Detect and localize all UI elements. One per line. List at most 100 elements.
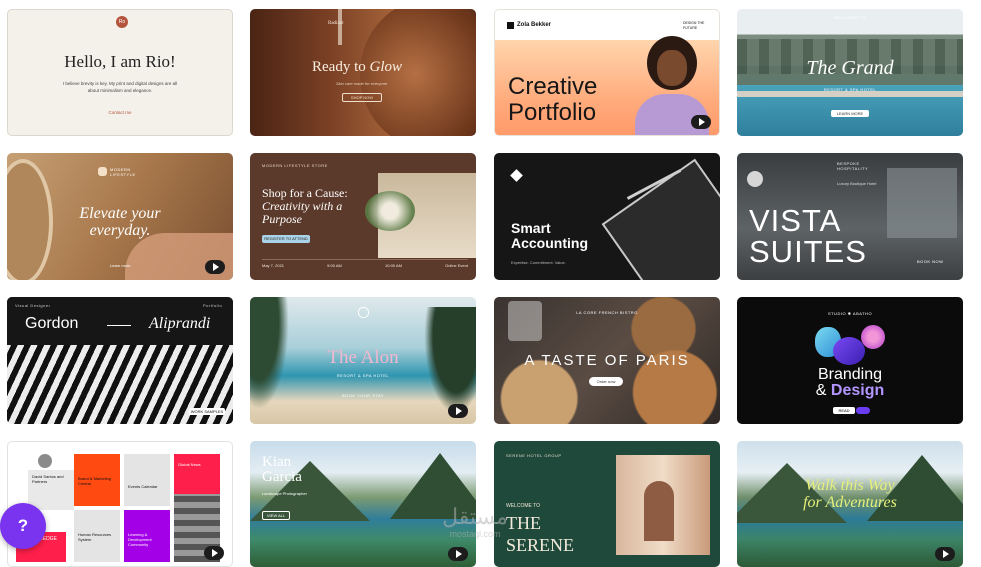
blob-shape-2 bbox=[833, 337, 865, 365]
template-card-branding[interactable]: STUDIO ✱ ABATHO Branding & Design READ M… bbox=[737, 297, 963, 424]
card-title: Kian Garcia bbox=[262, 454, 302, 485]
help-button[interactable]: ? bbox=[0, 503, 46, 549]
brand-name: Radiant bbox=[328, 21, 344, 26]
glass-image bbox=[508, 301, 542, 341]
event-info-row: May 7, 2021 9:00 AM 10:00 AM Online Even… bbox=[262, 259, 468, 273]
watermark: مستقل mostaql.com bbox=[430, 504, 520, 540]
brand-name: Zola Bekker bbox=[517, 22, 552, 28]
title-part-a: Shop for a Cause: bbox=[262, 186, 348, 200]
tile-hr[interactable]: Human Resources System bbox=[74, 510, 120, 562]
event-end: 10:00 AM bbox=[385, 263, 402, 268]
portfolio-label: Portfolio bbox=[203, 303, 223, 308]
template-card-accounting[interactable]: Smart Accounting Expertise. Commitment. … bbox=[494, 153, 720, 280]
card-title: Hello, I am Rio! bbox=[64, 52, 176, 71]
title-part-a: Branding bbox=[817, 366, 883, 383]
play-icon[interactable] bbox=[448, 547, 468, 561]
lamp-icon bbox=[747, 171, 763, 187]
event-start: 9:00 AM bbox=[327, 263, 342, 268]
arch-doorway bbox=[644, 481, 674, 541]
watermark-latin: mostaql.com bbox=[449, 529, 501, 539]
card-title: Ready to Glow bbox=[312, 59, 402, 76]
studio-name: STUDIO ✱ ABATHO bbox=[827, 311, 873, 316]
welcome-kicker: WELCOME TO bbox=[833, 15, 867, 20]
title-part-b: Creativity with a Purpose bbox=[262, 199, 343, 226]
avatar bbox=[38, 454, 52, 468]
template-card-glow[interactable]: Radiant Ready to Glow Skin care made for… bbox=[250, 9, 476, 136]
template-card-zola[interactable]: Zola Bekker DESIGN THE FUTURE Creative P… bbox=[494, 9, 720, 136]
brand-name: BESPOKE HOSPITALITY bbox=[837, 161, 869, 171]
brand-name: MODERN LIFESTYLE STORE bbox=[262, 163, 328, 168]
play-icon[interactable] bbox=[204, 546, 224, 560]
card-title: Walk this Way for Adventures bbox=[737, 477, 963, 511]
mirror-shape bbox=[7, 159, 53, 280]
title-part-a: Ready to bbox=[312, 59, 366, 75]
card-title: The Alon bbox=[327, 347, 399, 368]
template-card-grand[interactable]: WELCOME TO The Grand RESORT & SPA HOTEL … bbox=[737, 9, 963, 136]
book-stay-button[interactable]: BOOK YOUR STAY bbox=[250, 393, 476, 398]
role-label: Visual Designer bbox=[15, 303, 51, 308]
title-part-c: Design bbox=[830, 382, 885, 399]
template-card-vista[interactable]: BESPOKE HOSPITALITY Luxury Boutique Hote… bbox=[737, 153, 963, 280]
flower-shape bbox=[861, 325, 885, 349]
view-all-button[interactable]: VIEW ALL bbox=[262, 511, 290, 520]
tile-news[interactable]: Global News bbox=[174, 454, 220, 494]
tile-events[interactable]: Events Calendar bbox=[124, 454, 170, 506]
template-card-lifestyle[interactable]: MODERN LIFESTYLE Elevate your everyday. … bbox=[7, 153, 233, 280]
title-part-a: Walk this Way bbox=[805, 477, 895, 494]
tile-learning[interactable]: Learning & Development Community bbox=[124, 510, 170, 562]
card-subtitle: RESORT & SPA HOTEL bbox=[823, 87, 877, 92]
play-icon[interactable] bbox=[691, 115, 711, 129]
work-samples-button[interactable]: WORK SAMPLES bbox=[189, 408, 225, 415]
book-now-button[interactable]: BOOK NOW bbox=[917, 259, 943, 264]
dropper-icon bbox=[338, 9, 342, 45]
card-body: I believe brevity is key. My print and d… bbox=[62, 81, 178, 93]
zola-logo-icon bbox=[507, 22, 514, 29]
brand-logo-icon bbox=[98, 167, 107, 176]
template-card-serene[interactable]: SERENE HOTEL GROUP WELCOME TO THE SERENE bbox=[494, 441, 720, 567]
title-part-b: & bbox=[815, 382, 827, 399]
order-now-button[interactable]: Order now bbox=[589, 377, 623, 386]
shop-button[interactable]: SHOP NOW bbox=[342, 93, 382, 102]
learn-more-link[interactable]: Learn more bbox=[110, 263, 130, 268]
template-card-paris[interactable]: LA CORE FRENCH BISTRO A TASTE OF PARIS O… bbox=[494, 297, 720, 424]
tagline: Expertise. Commitment. Value. bbox=[511, 260, 566, 265]
play-icon[interactable] bbox=[205, 260, 225, 274]
tagline: DESIGN THE FUTURE bbox=[683, 21, 705, 30]
read-more-button[interactable]: READ MORE bbox=[833, 407, 855, 420]
template-card-rio[interactable]: Ro Hello, I am Rio! I believe brevity is… bbox=[7, 9, 233, 136]
register-button[interactable]: REGISTER TO ATTEND bbox=[262, 235, 310, 243]
title-part-b: for Adventures bbox=[803, 494, 897, 511]
card-title: Creative Portfolio bbox=[508, 73, 598, 126]
help-icon: ? bbox=[17, 516, 29, 535]
last-name: Aliprandi bbox=[149, 315, 211, 332]
card-title: Elevate your everyday. bbox=[79, 205, 161, 239]
first-name: Gordon bbox=[25, 315, 79, 332]
play-icon[interactable] bbox=[935, 547, 955, 561]
tile-brand[interactable]: Brand & Marketing Central bbox=[74, 454, 120, 506]
template-card-alon[interactable]: The Alon RESORT & SPA HOTEL BOOK YOUR ST… bbox=[250, 297, 476, 424]
title-part-b: Glow bbox=[369, 59, 403, 75]
monogram-badge: Ro bbox=[116, 16, 128, 28]
play-icon[interactable] bbox=[448, 404, 468, 418]
contact-link[interactable]: Contact me bbox=[8, 110, 232, 115]
card-title: Smart Accounting bbox=[511, 220, 588, 251]
brand-name: MODERN LIFESTYLE bbox=[110, 167, 136, 177]
toggle-switch[interactable] bbox=[856, 407, 870, 414]
learn-more-button[interactable]: LEARN MORE bbox=[831, 110, 869, 117]
card-title: VISTA SUITES bbox=[749, 203, 867, 269]
event-date: May 7, 2021 bbox=[262, 263, 285, 268]
cube-logo-icon bbox=[510, 169, 523, 182]
template-card-walk[interactable]: Walk this Way for Adventures bbox=[737, 441, 963, 567]
template-card-gordon[interactable]: Visual Designer Portfolio Gordon Alipran… bbox=[7, 297, 233, 424]
template-card-cause[interactable]: MODERN LIFESTYLE STORE Shop for a Cause:… bbox=[250, 153, 476, 280]
card-title: Shop for a Cause: Creativity with a Purp… bbox=[262, 187, 382, 226]
brand-name: SERENE HOTEL GROUP bbox=[506, 453, 562, 458]
event-location: Online Event bbox=[445, 263, 468, 268]
alon-logo-icon bbox=[358, 307, 369, 318]
card-subtitle: Luxury Boutique Hotel bbox=[837, 181, 877, 186]
card-subtitle: Skin care made for everyone bbox=[336, 81, 388, 86]
card-title: The Grand bbox=[806, 57, 894, 79]
watermark-arabic: مستقل bbox=[442, 504, 508, 529]
card-title: A TASTE OF PARIS bbox=[524, 352, 690, 369]
name-divider bbox=[107, 325, 131, 326]
